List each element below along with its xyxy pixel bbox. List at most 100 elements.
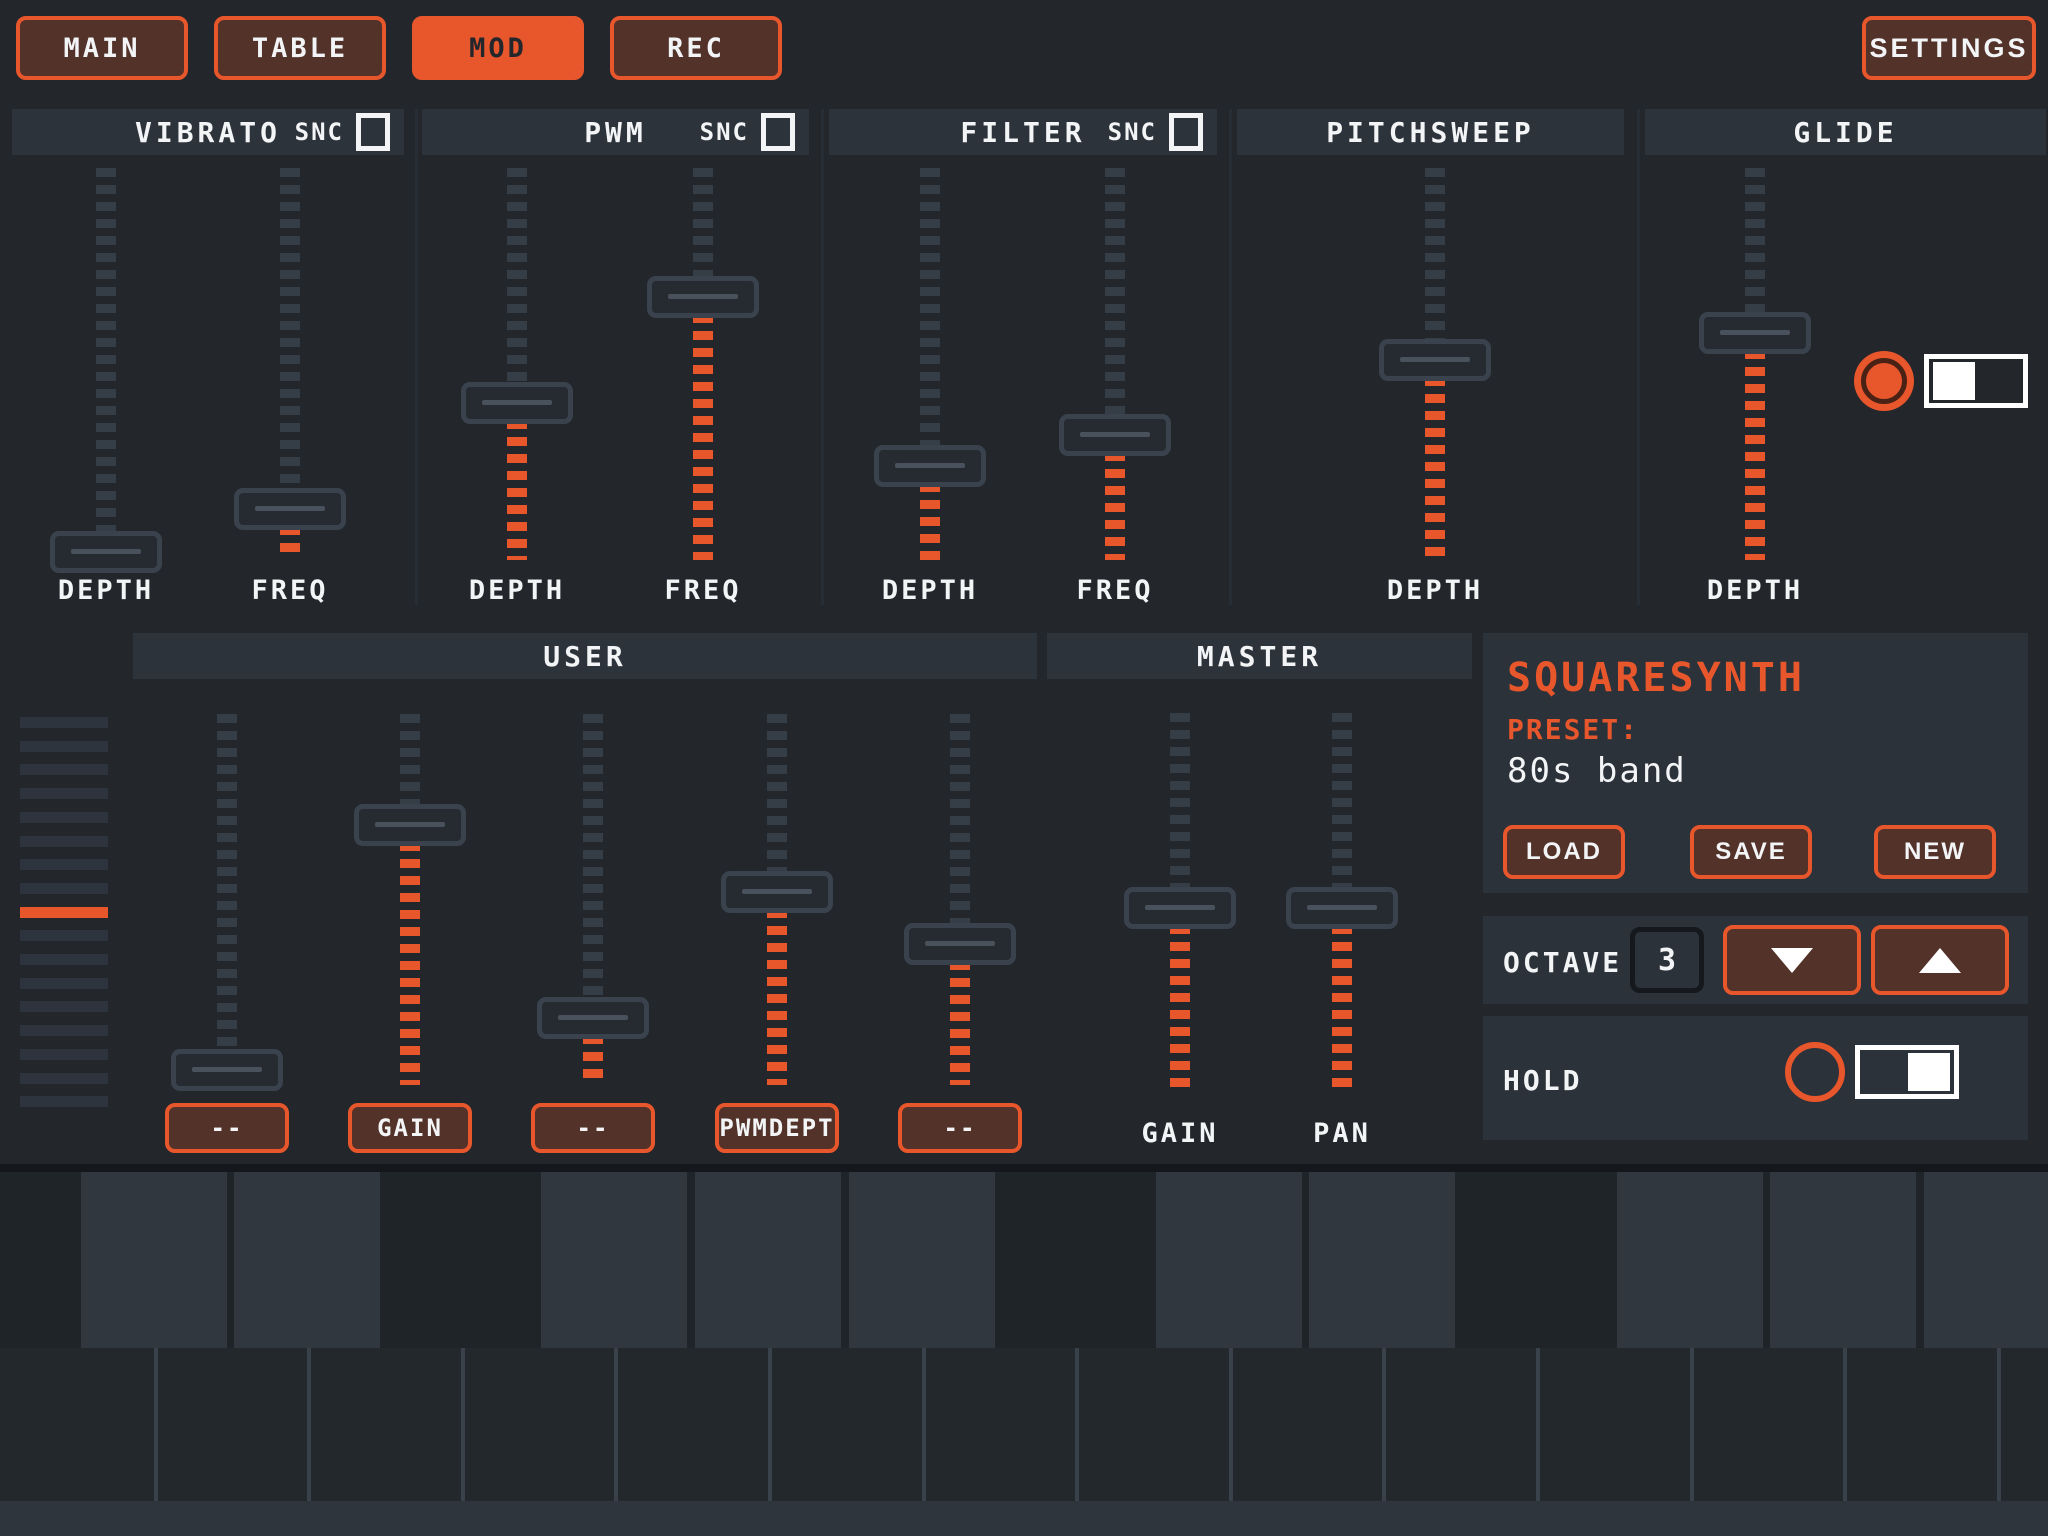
user-slot-2-thumb[interactable] (354, 804, 466, 846)
user-slot-1-track (217, 714, 237, 1070)
page-indicator-bar[interactable] (20, 1073, 108, 1084)
page-indicator-bar[interactable] (20, 741, 108, 752)
filter-freq-thumb[interactable] (1059, 414, 1171, 456)
filter-sync-group: SNC (1108, 109, 1203, 155)
white-key[interactable] (1843, 1348, 1997, 1501)
page-indicator-bar[interactable] (20, 1096, 108, 1107)
white-key[interactable] (768, 1348, 922, 1501)
filter-depth-track (920, 168, 940, 466)
white-key[interactable] (307, 1348, 461, 1501)
vibrato-depth-thumb[interactable] (50, 531, 162, 573)
black-key[interactable] (1617, 1172, 1763, 1348)
user-slot-3-track (583, 714, 603, 1018)
white-key[interactable] (922, 1348, 1076, 1501)
triangle-down-icon (1771, 948, 1813, 973)
pitchsweep-depth-thumb[interactable] (1379, 339, 1491, 381)
master-gain-track-active (1170, 908, 1190, 1095)
tab-main[interactable]: MAIN (16, 16, 188, 80)
user-slot-4-assign-button[interactable]: PWMDEPT (715, 1103, 839, 1153)
white-key[interactable] (1229, 1348, 1383, 1501)
hold-toggle[interactable] (1855, 1045, 1959, 1099)
vibrato-freq-track (280, 168, 300, 509)
filter-sync-checkbox[interactable] (1169, 113, 1203, 151)
master-gain-thumb[interactable] (1124, 887, 1236, 929)
white-key[interactable] (1997, 1348, 2048, 1501)
white-key[interactable] (1536, 1348, 1690, 1501)
black-key[interactable] (849, 1172, 995, 1348)
user-slot-1-thumb[interactable] (171, 1049, 283, 1091)
black-key[interactable] (234, 1172, 380, 1348)
vibrato-sync-group: SNC (295, 109, 390, 155)
vibrato-freq-thumb[interactable] (234, 488, 346, 530)
page-indicator-bar[interactable] (20, 836, 108, 847)
new-button[interactable]: NEW (1874, 825, 1996, 879)
master-pan-thumb[interactable] (1286, 887, 1398, 929)
page-indicator-bar[interactable] (20, 954, 108, 965)
page-indicator-bar[interactable] (20, 764, 108, 775)
black-key[interactable] (541, 1172, 687, 1348)
tab-table[interactable]: TABLE (214, 16, 386, 80)
hold-label: HOLD (1503, 1064, 1582, 1097)
page-indicator-bar[interactable] (20, 812, 108, 823)
snc-label: SNC (295, 118, 344, 146)
user-slot-3-assign-button[interactable]: -- (531, 1103, 655, 1153)
user-slot-5-thumb[interactable] (904, 923, 1016, 965)
page-indicator-bar[interactable] (20, 883, 108, 894)
pitchsweep-depth-label: DEPTH (1387, 575, 1483, 606)
black-key[interactable] (1924, 1172, 2048, 1348)
pwm-freq-track-active (693, 297, 713, 560)
user-slot-3-thumb[interactable] (537, 997, 649, 1039)
octave-up-button[interactable] (1871, 925, 2009, 995)
page-indicator-bar[interactable] (20, 978, 108, 989)
page-indicator-bar[interactable] (20, 1001, 108, 1012)
master-section-header: MASTER (1047, 633, 1472, 679)
white-key[interactable] (1075, 1348, 1229, 1501)
snc-label: SNC (700, 118, 749, 146)
page-indicator-bar[interactable] (20, 930, 108, 941)
white-key[interactable] (154, 1348, 308, 1501)
vibrato-sync-checkbox[interactable] (356, 113, 390, 151)
user-slot-4-thumb[interactable] (721, 871, 833, 913)
snc-label: SNC (1108, 118, 1157, 146)
black-key[interactable] (1156, 1172, 1302, 1348)
pwm-sync-checkbox[interactable] (761, 113, 795, 151)
tab-rec[interactable]: REC (610, 16, 782, 80)
load-button[interactable]: LOAD (1503, 825, 1625, 879)
master-pan-label: PAN (1313, 1118, 1371, 1149)
page-indicator-bar[interactable] (20, 788, 108, 799)
page-indicator-bar[interactable] (20, 859, 108, 870)
black-key[interactable] (81, 1172, 227, 1348)
preset-card: SQUARESYNTH PRESET: 80s band LOAD SAVE N… (1483, 633, 2028, 893)
glide-depth-thumb[interactable] (1699, 312, 1811, 354)
page-indicator-bar[interactable] (20, 1049, 108, 1060)
filter-freq-track (1105, 168, 1125, 435)
user-slot-5-assign-button[interactable]: -- (898, 1103, 1022, 1153)
user-slot-1-assign-button[interactable]: -- (165, 1103, 289, 1153)
white-key[interactable] (614, 1348, 768, 1501)
octave-value: 3 (1630, 927, 1704, 993)
user-slot-2-assign-button[interactable]: GAIN (348, 1103, 472, 1153)
toggle-knob (1933, 362, 1975, 400)
tab-mod[interactable]: MOD (412, 16, 584, 80)
page-indicator-bar[interactable] (20, 1025, 108, 1036)
glide-led-icon[interactable] (1854, 351, 1914, 411)
page-indicator-bar-active[interactable] (20, 907, 108, 918)
master-pan-track (1332, 713, 1352, 908)
white-key[interactable] (1690, 1348, 1844, 1501)
vibrato-title: VIBRATO (135, 116, 281, 149)
page-indicator-bar[interactable] (20, 717, 108, 728)
white-key[interactable] (461, 1348, 615, 1501)
white-key[interactable] (0, 1348, 154, 1501)
black-key[interactable] (695, 1172, 841, 1348)
filter-depth-thumb[interactable] (874, 445, 986, 487)
black-key[interactable] (1770, 1172, 1916, 1348)
glide-toggle[interactable] (1924, 354, 2028, 408)
pwm-depth-thumb[interactable] (461, 382, 573, 424)
settings-button[interactable]: SETTINGS (1862, 16, 2036, 80)
hold-led-icon[interactable] (1785, 1042, 1845, 1102)
pwm-freq-thumb[interactable] (647, 276, 759, 318)
black-key[interactable] (1309, 1172, 1455, 1348)
white-key[interactable] (1382, 1348, 1536, 1501)
octave-down-button[interactable] (1723, 925, 1861, 995)
save-button[interactable]: SAVE (1690, 825, 1812, 879)
